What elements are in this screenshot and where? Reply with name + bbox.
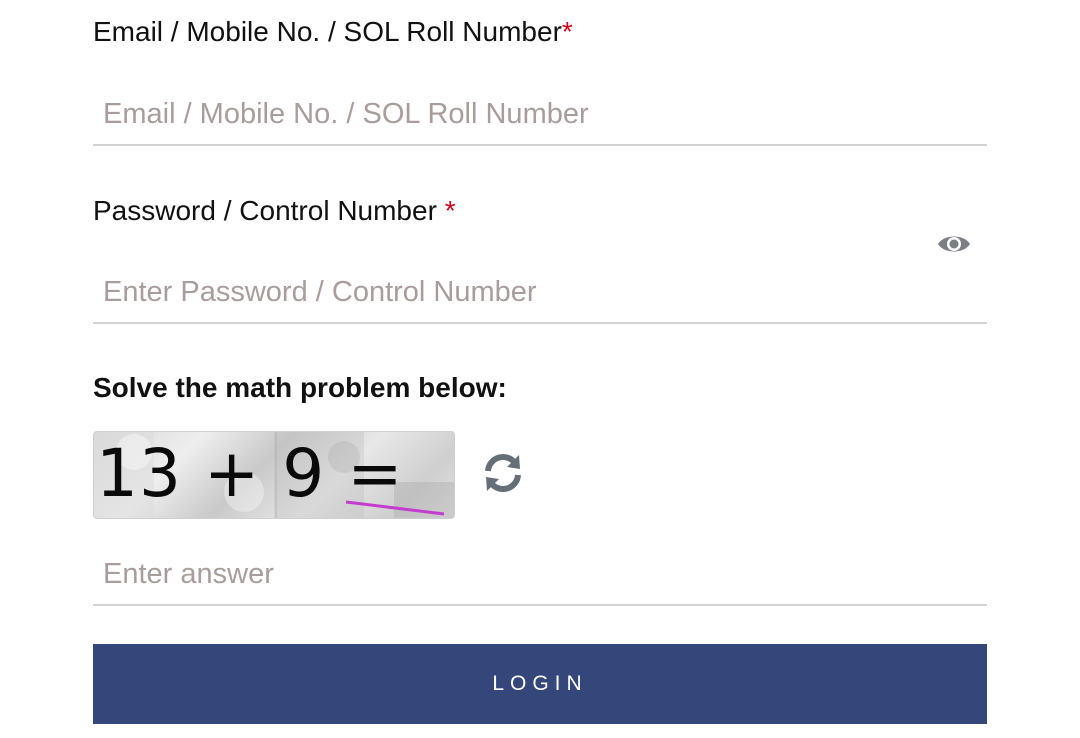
password-label: Password / Control Number *: [93, 195, 456, 226]
email-input[interactable]: [93, 84, 903, 144]
captcha-image: 13 + 9 =: [93, 431, 455, 519]
email-field-container: [93, 84, 987, 146]
login-button[interactable]: LOGIN: [93, 644, 987, 724]
refresh-icon[interactable]: [482, 452, 524, 494]
eye-icon[interactable]: [937, 232, 971, 256]
captcha-expression: 13 + 9 =: [96, 435, 404, 512]
required-mark: *: [561, 16, 573, 47]
answer-field-container: [93, 544, 987, 606]
password-field-container: [93, 236, 987, 324]
required-mark: *: [444, 195, 456, 226]
captcha-answer-input[interactable]: [93, 544, 903, 604]
captcha-prompt: Solve the math problem below:: [93, 372, 507, 403]
password-input[interactable]: [93, 262, 903, 322]
email-label: Email / Mobile No. / SOL Roll Number*: [93, 16, 573, 47]
login-form: Email / Mobile No. / SOL Roll Number* Pa…: [0, 0, 1080, 738]
